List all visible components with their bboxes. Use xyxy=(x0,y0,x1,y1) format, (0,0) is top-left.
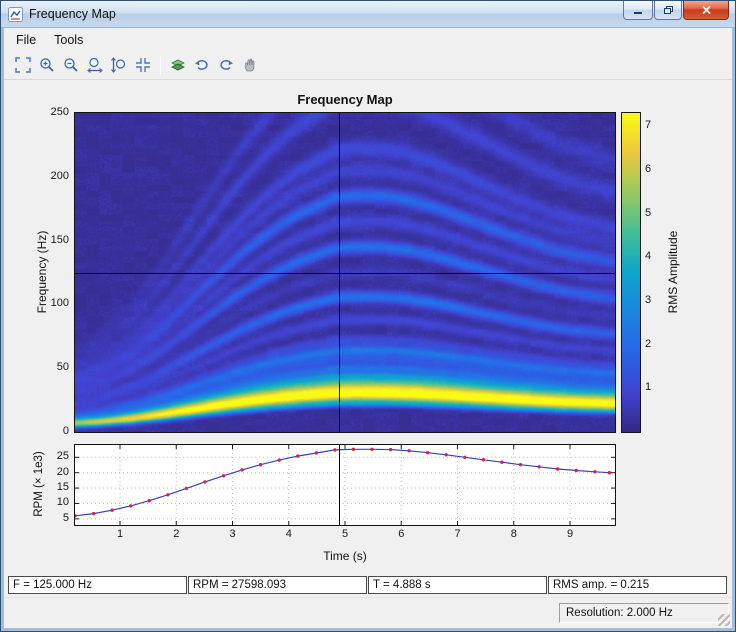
redo-view-button[interactable] xyxy=(214,54,238,77)
tick-label: 3 xyxy=(645,294,665,306)
tick-label: 50 xyxy=(39,361,69,373)
figure-window-icon xyxy=(8,7,23,22)
zoom-in-x-icon xyxy=(87,57,103,73)
redo-view-icon xyxy=(218,57,234,73)
tick-label: 250 xyxy=(39,106,69,118)
toolbar-separator xyxy=(160,56,161,75)
rpm-axes[interactable] xyxy=(74,444,616,526)
menu-file[interactable]: File xyxy=(7,30,45,50)
tick-label: 150 xyxy=(39,234,69,246)
tick-label: 10 xyxy=(45,496,69,508)
reset-view-button[interactable] xyxy=(131,54,155,77)
window-title: Frequency Map xyxy=(29,7,116,21)
zoom-in-x-button[interactable] xyxy=(83,54,107,77)
tick-label: 0 xyxy=(39,425,69,437)
tick-label: 4 xyxy=(277,528,301,540)
readout-time: T = 4.888 s xyxy=(368,576,547,594)
tick-label: 20 xyxy=(45,466,69,478)
colorbar[interactable] xyxy=(621,112,641,433)
colorbar-canvas xyxy=(622,113,640,432)
tick-label: 2 xyxy=(645,338,665,350)
zoom-in-icon xyxy=(39,57,55,73)
frequency-map-window: Frequency Map File Tools Frequency Map F… xyxy=(0,0,736,632)
tick-label: 5 xyxy=(333,528,357,540)
titlebar[interactable]: Frequency Map xyxy=(1,1,735,28)
tick-label: 1 xyxy=(645,381,665,393)
colormap-button[interactable] xyxy=(166,54,190,77)
tick-label: 100 xyxy=(39,297,69,309)
tick-label: 5 xyxy=(645,207,665,219)
readout-frequency: F = 125.000 Hz xyxy=(8,576,187,594)
zoom-in-y-button[interactable] xyxy=(107,54,131,77)
tick-label: 9 xyxy=(558,528,582,540)
fit-view-icon xyxy=(15,57,31,73)
tick-label: 8 xyxy=(502,528,526,540)
tick-label: 1 xyxy=(108,528,132,540)
zoom-in-y-icon xyxy=(111,57,127,73)
close-icon xyxy=(701,5,712,15)
undo-view-icon xyxy=(194,57,210,73)
tick-label: 7 xyxy=(446,528,470,540)
tick-label: 2 xyxy=(164,528,188,540)
crosshair-horizontal-spectrogram[interactable] xyxy=(75,273,615,274)
reset-view-icon xyxy=(135,57,151,73)
restore-button[interactable] xyxy=(654,1,682,20)
tick-label: 6 xyxy=(645,163,665,175)
tick-label: 15 xyxy=(45,481,69,493)
figure-area: Frequency Map Frequency (Hz) RMS Amplitu… xyxy=(4,80,732,597)
tick-label: 200 xyxy=(39,170,69,182)
zoom-out-icon xyxy=(63,57,79,73)
tick-label: 4 xyxy=(645,250,665,262)
chart-title: Frequency Map xyxy=(75,92,615,107)
tick-label: 6 xyxy=(389,528,413,540)
readout-rms: RMS amp. = 0.215 xyxy=(548,576,727,594)
resize-grip-icon[interactable] xyxy=(718,614,730,626)
frequency-axis-label: Frequency (Hz) xyxy=(35,112,49,432)
tick-label: 3 xyxy=(221,528,245,540)
pan-icon xyxy=(242,57,258,73)
menu-tools[interactable]: Tools xyxy=(45,30,92,50)
fit-view-button[interactable] xyxy=(11,54,35,77)
resolution-status: Resolution: 2.000 Hz xyxy=(559,603,729,623)
tick-label: 5 xyxy=(45,512,69,524)
toolbar xyxy=(4,51,732,80)
minimize-button[interactable] xyxy=(623,1,653,20)
colormap-icon xyxy=(170,57,186,73)
undo-view-button[interactable] xyxy=(190,54,214,77)
menubar: File Tools xyxy=(4,28,732,51)
restore-icon xyxy=(663,5,674,15)
time-axis-label: Time (s) xyxy=(75,549,615,563)
minimize-icon xyxy=(633,6,643,15)
tick-label: 25 xyxy=(45,450,69,462)
crosshair-vertical-rpm[interactable] xyxy=(339,445,340,525)
tick-label: 7 xyxy=(645,119,665,131)
pan-button[interactable] xyxy=(238,54,262,77)
statusbar: Resolution: 2.000 Hz xyxy=(4,597,732,628)
zoom-in-button[interactable] xyxy=(35,54,59,77)
rpm-axis-label: RPM (× 1e3) xyxy=(33,439,45,529)
zoom-out-button[interactable] xyxy=(59,54,83,77)
close-button[interactable] xyxy=(683,1,729,20)
rpm-plot-svg[interactable] xyxy=(75,445,615,525)
colorbar-label: RMS Amplitude xyxy=(666,217,680,327)
readout-rpm: RPM = 27598.093 xyxy=(188,576,367,594)
